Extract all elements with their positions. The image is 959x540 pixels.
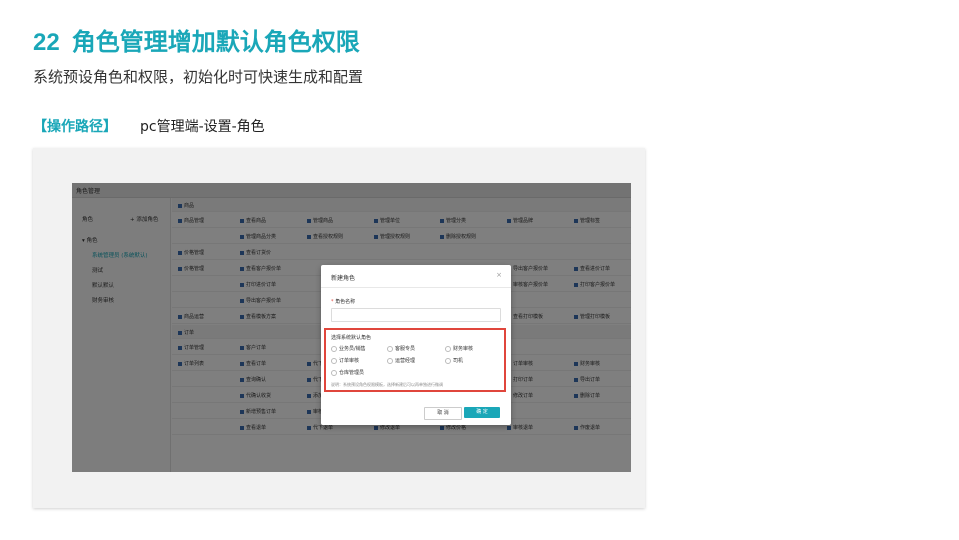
slide-number: 22 — [33, 29, 60, 56]
modal-divider — [321, 287, 511, 288]
slide-title: 22 角色管理增加默认角色权限 — [33, 22, 360, 57]
close-icon[interactable]: × — [496, 271, 502, 279]
option-sales[interactable]: 业务员/销售 — [331, 345, 366, 352]
modal-title: 新建角色 — [331, 275, 356, 282]
screenshot-frame: 角色管理 角色 + 添加角色 ▾ 角色 系统管理员 (系统默认) 测试 默认默认… — [33, 148, 645, 508]
required-mark: * — [331, 299, 334, 305]
path-label: 【操作路径】 — [33, 119, 117, 135]
slide-title-text: 角色管理增加默认角色权限 — [71, 28, 360, 56]
confirm-button[interactable]: 确 定 — [464, 407, 500, 418]
role-name-input[interactable] — [331, 308, 501, 322]
path-value: pc管理端-设置-角色 — [140, 119, 265, 135]
option-warehouse[interactable]: 仓库管理员 — [331, 369, 364, 376]
option-driver[interactable]: 司机 — [445, 357, 463, 364]
slide-subtitle: 系统预设角色和权限，初始化时可快速生成和配置 — [33, 68, 364, 86]
role-name-label: * 角色名称 — [331, 298, 355, 305]
modal-hint: 说明：系统预设角色权限模板，选择新建后可以再单独进行微调 — [331, 382, 443, 387]
option-service[interactable]: 客服专员 — [387, 345, 415, 352]
default-role-label: 选择系统默认角色 — [331, 335, 372, 341]
option-order-review[interactable]: 订单审核 — [331, 357, 359, 364]
option-ops-manager[interactable]: 运营经理 — [387, 357, 415, 364]
operation-path: 【操作路径】 pc管理端-设置-角色 — [33, 116, 265, 136]
app-screenshot: 角色管理 角色 + 添加角色 ▾ 角色 系统管理员 (系统默认) 测试 默认默认… — [72, 183, 631, 472]
new-role-modal: 新建角色 × * 角色名称 选择系统默认角色 业务员/销售 客服专员 财务审核 … — [321, 265, 511, 425]
cancel-button[interactable]: 取 消 — [424, 407, 462, 420]
option-finance[interactable]: 财务审核 — [445, 345, 473, 352]
role-name-label-text: 角色名称 — [335, 299, 356, 305]
